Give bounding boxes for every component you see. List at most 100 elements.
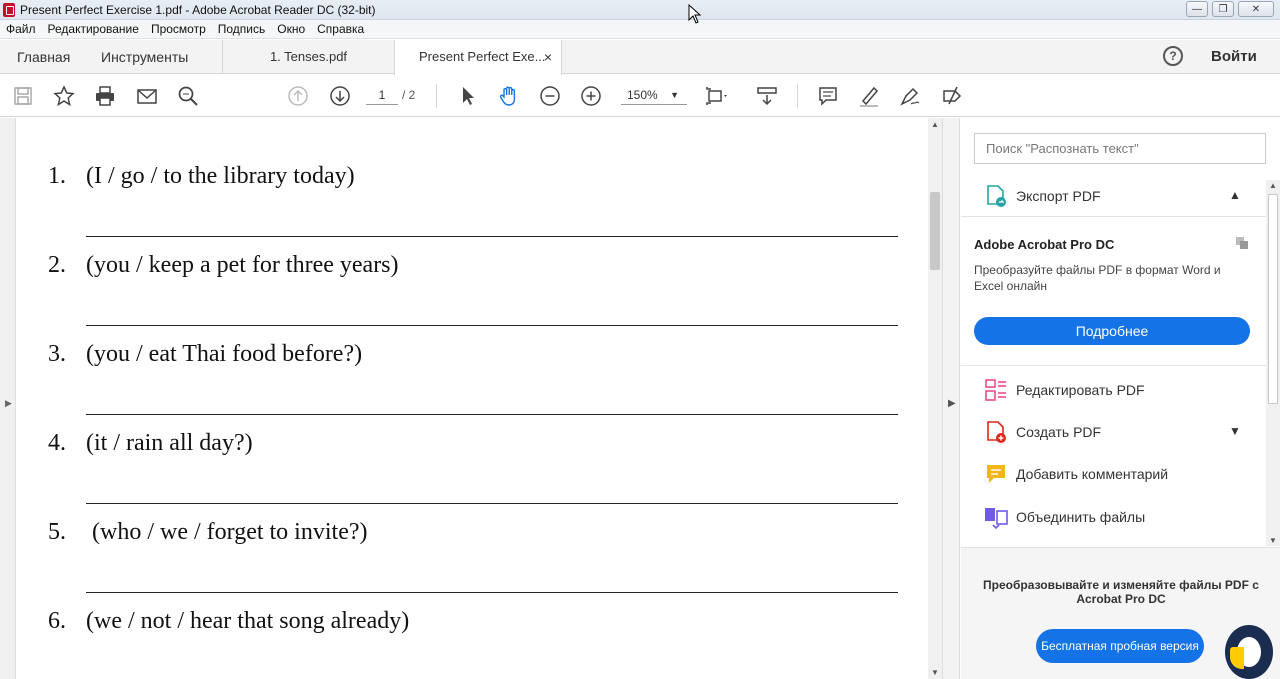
menu-edit[interactable]: Редактирование [48, 20, 139, 38]
maximize-button[interactable]: ❐ [1212, 1, 1234, 17]
menu-view[interactable]: Просмотр [151, 20, 206, 38]
exercise-text: (I / go / to the library today) [86, 163, 355, 189]
scroll-down-arrow-icon[interactable]: ▼ [931, 668, 939, 677]
document-scrollbar[interactable]: ▲ ▼ [928, 118, 942, 679]
exercise-number: 4. [48, 430, 66, 456]
add-comment-icon [987, 465, 1005, 483]
promo-title: Adobe Acrobat Pro DC [974, 237, 1115, 252]
menu-window[interactable]: Окно [277, 20, 305, 38]
exercise-text: (we / not / hear that song already) [86, 608, 410, 634]
exercise-text: (you / eat Thai food before?) [86, 341, 363, 367]
export-pdf-icon [987, 185, 1006, 207]
star-icon[interactable] [52, 84, 76, 108]
scroll-down-arrow-icon[interactable]: ▼ [1269, 536, 1277, 545]
sign-pen-icon[interactable] [898, 84, 922, 108]
tool-label: Создать PDF [1016, 424, 1102, 440]
document-view[interactable]: 1. (I / go / to the library today) 2. (you… [16, 118, 928, 679]
page-fit-icon[interactable] [704, 84, 728, 108]
tab-bar: Главная Инструменты 1. Tenses.pdf Presen… [0, 40, 1280, 75]
chevron-right-icon: ▶ [5, 398, 12, 408]
exercise-text: (who / we / forget to invite?) [86, 519, 368, 545]
tab-home[interactable]: Главная [17, 40, 70, 74]
menu-sign[interactable]: Подпись [218, 20, 266, 38]
exercise-item: 1. (I / go / to the library today) [48, 163, 355, 190]
chevron-right-icon: ▶ [948, 398, 956, 409]
previous-page-icon[interactable] [286, 84, 310, 108]
email-icon[interactable] [135, 84, 159, 108]
tools-search-input[interactable]: Поиск "Распознать текст" [974, 133, 1266, 164]
exercise-number: 2. [48, 252, 66, 278]
tools-pane: Поиск "Распознать текст" Экспорт PDF ▲ A… [961, 118, 1280, 679]
edit-pdf-icon [985, 379, 1006, 401]
scroll-up-arrow-icon[interactable]: ▲ [931, 120, 939, 129]
menu-file[interactable]: Файл [6, 20, 36, 38]
copy-icon[interactable] [1235, 236, 1249, 250]
scrollbar-thumb[interactable] [930, 192, 940, 270]
scrollbar-thumb[interactable] [1268, 194, 1278, 404]
print-icon[interactable] [93, 84, 117, 108]
answer-line [86, 503, 898, 504]
doc-tab-label: Present Perfect Exe... [419, 49, 546, 64]
learn-more-button[interactable]: Подробнее [974, 317, 1250, 345]
tools-pane-scrollbar[interactable]: ▲ ▼ [1266, 180, 1280, 546]
create-pdf-tool[interactable]: Создать PDF ▼ [974, 418, 1254, 448]
tool-label: Добавить комментарий [1016, 466, 1169, 482]
zoom-in-icon[interactable] [579, 84, 603, 108]
save-icon[interactable] [11, 84, 35, 108]
help-icon[interactable]: ? [1163, 46, 1183, 66]
answer-line [86, 414, 898, 415]
export-pdf-tool[interactable]: Экспорт PDF ▲ [974, 182, 1254, 212]
scroll-mode-icon[interactable] [755, 84, 779, 108]
minimize-button[interactable]: — [1186, 1, 1208, 17]
close-tab-icon[interactable]: × [544, 40, 552, 74]
page-total: / 2 [402, 88, 416, 102]
chevron-down-icon[interactable]: ▼ [1229, 424, 1241, 438]
zoom-value: 150% [627, 88, 658, 102]
doc-tab-present-perfect[interactable]: Present Perfect Exe... × [394, 40, 562, 75]
window-title: Present Perfect Exercise 1.pdf - Adobe A… [20, 3, 376, 17]
toolbar-divider [797, 84, 798, 108]
highlight-pen-icon[interactable] [857, 84, 881, 108]
free-trial-button[interactable]: Бесплатная пробная версия [1036, 629, 1204, 663]
export-pdf-label: Экспорт PDF [1016, 188, 1101, 204]
combine-files-icon [985, 508, 1008, 529]
exercise-text: (it / rain all day?) [86, 430, 253, 456]
menu-help[interactable]: Справка [317, 20, 364, 38]
chevron-down-icon: ▼ [670, 90, 679, 100]
doc-tab-tenses[interactable]: 1. Tenses.pdf [222, 40, 394, 74]
search-icon[interactable] [176, 84, 200, 108]
promo-text: Преобразуйте файлы PDF в формат Word и E… [974, 263, 1221, 293]
right-pane-toggle[interactable]: ▶ [942, 118, 960, 679]
fill-sign-icon[interactable] [940, 84, 964, 108]
tab-tools[interactable]: Инструменты [101, 40, 188, 74]
create-pdf-icon [987, 421, 1006, 443]
upgrade-text: Преобразовывайте и изменяйте файлы PDF с… [983, 578, 1259, 606]
tool-label: Редактировать PDF [1016, 382, 1145, 398]
divider [961, 365, 1266, 366]
left-panel-toggle[interactable]: ▶ [0, 118, 16, 679]
scroll-up-arrow-icon[interactable]: ▲ [1269, 181, 1277, 190]
acrobat-app-icon [3, 3, 15, 17]
edit-pdf-tool[interactable]: Редактировать PDF [974, 376, 1254, 406]
toolbar-divider [436, 84, 437, 108]
menu-bar: Файл Редактирование Просмотр Подпись Окн… [0, 20, 1280, 39]
toolbar: 1 / 2 150% ▼ [0, 75, 1280, 117]
hand-tool-icon[interactable] [497, 84, 521, 108]
answer-line [86, 325, 898, 326]
mouse-cursor-icon [688, 4, 702, 24]
doc-tab-label: 1. Tenses.pdf [269, 49, 348, 64]
zoom-out-icon[interactable] [538, 84, 562, 108]
exercise-item: 5. (who / we / forget to invite?) [48, 519, 367, 546]
page-number-input[interactable]: 1 [366, 85, 398, 105]
sign-in-button[interactable]: Войти [1211, 40, 1257, 74]
comment-icon[interactable] [816, 84, 840, 108]
chevron-up-icon[interactable]: ▲ [1229, 188, 1241, 202]
answer-line [86, 592, 898, 593]
combine-files-tool[interactable]: Объединить файлы [974, 503, 1254, 533]
next-page-icon[interactable] [328, 84, 352, 108]
add-comment-tool[interactable]: Добавить комментарий [974, 460, 1254, 490]
close-window-button[interactable]: ✕ [1238, 1, 1274, 17]
zoom-level-select[interactable]: 150% ▼ [621, 85, 687, 105]
upgrade-panel: Преобразовывайте и изменяйте файлы PDF с… [961, 547, 1280, 679]
select-cursor-icon[interactable] [456, 84, 480, 108]
